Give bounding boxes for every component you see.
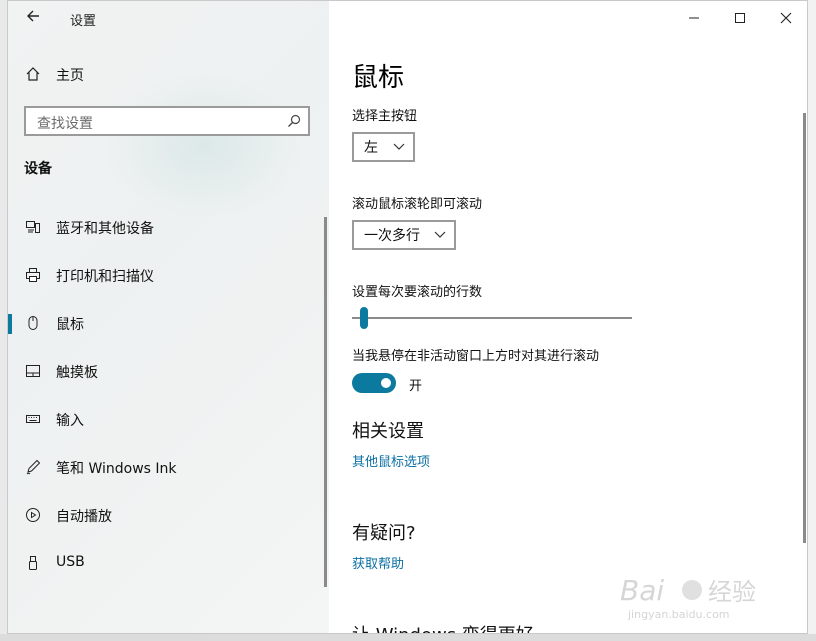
sidebar-item-label: 笔和 Windows Ink: [56, 461, 177, 477]
inactive-scroll-label: 当我悬停在非活动窗口上方时对其进行滚动: [352, 349, 600, 364]
sidebar-item-bluetooth[interactable]: 蓝牙和其他设备: [8, 210, 329, 244]
question-heading: 有疑问?: [352, 523, 416, 544]
chevron-down-icon: [393, 143, 405, 150]
additional-mouse-options-link[interactable]: 其他鼠标选项: [352, 451, 430, 470]
toggle-knob: [381, 378, 391, 388]
maximize-button[interactable]: [717, 1, 763, 35]
bluetooth-devices-icon: [24, 218, 42, 236]
usb-icon: [24, 554, 42, 572]
close-icon: [780, 12, 792, 24]
sidebar-acrylic-glow: [103, 71, 303, 221]
app-title: 设置: [70, 14, 97, 29]
chevron-down-icon: [434, 231, 446, 238]
pen-icon: [24, 458, 42, 476]
sidebar-item-autoplay[interactable]: 自动播放: [8, 498, 329, 532]
baidu-jingyan-watermark-logo: Bai 经验 jingyan.baidu.com: [620, 574, 756, 621]
close-button[interactable]: [763, 1, 807, 35]
sidebar-section-title: 设备: [24, 161, 52, 177]
related-settings-heading: 相关设置: [352, 421, 424, 442]
inactive-scroll-toggle[interactable]: [352, 373, 396, 393]
sidebar-item-touchpad[interactable]: 触摸板: [8, 354, 329, 388]
sidebar-item-label: 自动播放: [56, 509, 112, 525]
home-icon: [24, 65, 42, 83]
sidebar-item-printers[interactable]: 打印机和扫描仪: [8, 258, 329, 292]
sidebar-item-typing[interactable]: 输入: [8, 402, 329, 436]
sidebar-item-pen[interactable]: 笔和 Windows Ink: [8, 450, 329, 484]
taskbar-strip: [0, 634, 816, 641]
sidebar-item-usb[interactable]: USB: [8, 546, 329, 580]
sidebar-scrollbar[interactable]: [324, 217, 327, 587]
svg-text:jingyan.baidu.com: jingyan.baidu.com: [627, 608, 730, 621]
dropdown-value: 左: [364, 140, 378, 156]
minimize-icon: [689, 17, 699, 19]
scroll-lines-label: 设置每次要滚动的行数: [352, 285, 483, 300]
page-title: 鼠标: [352, 63, 405, 93]
search-input[interactable]: 查找设置: [24, 106, 310, 136]
search-placeholder: 查找设置: [37, 116, 93, 132]
back-button[interactable]: [22, 7, 44, 29]
sidebar-item-home[interactable]: 主页: [8, 58, 329, 90]
sidebar: 设置 主页 查找设置 设备 蓝牙和其他设备 打印机和扫描仪 鼠标 触摸板 输入 …: [8, 1, 329, 633]
feedback-heading: 让 Windows 变得更好: [352, 621, 534, 633]
mouse-icon: [24, 314, 42, 332]
printer-icon: [24, 266, 42, 284]
touchpad-icon: [24, 362, 42, 380]
scroll-wheel-label: 滚动鼠标滚轮即可滚动: [352, 197, 483, 212]
primary-button-label: 选择主按钮: [352, 109, 418, 124]
minimize-button[interactable]: [671, 1, 717, 35]
autoplay-icon: [24, 506, 42, 524]
search-icon: [288, 114, 301, 127]
sidebar-item-mouse[interactable]: 鼠标: [8, 306, 329, 340]
titlebar-left: 设置: [8, 1, 329, 35]
main-scrollbar[interactable]: [803, 113, 806, 543]
sidebar-item-label: USB: [56, 554, 85, 570]
toggle-state-label: 开: [409, 379, 423, 394]
main-content: 鼠标 选择主按钮 左 滚动鼠标滚轮即可滚动 一次多行 设置每次要滚动的行数 当我…: [329, 1, 807, 633]
get-help-link[interactable]: 获取帮助: [352, 553, 404, 572]
scroll-wheel-dropdown[interactable]: 一次多行: [352, 220, 456, 250]
sidebar-item-label: 触摸板: [56, 365, 98, 381]
svg-text:经验: 经验: [708, 578, 756, 606]
slider-thumb[interactable]: [360, 307, 369, 329]
maximize-icon: [735, 13, 745, 23]
sidebar-item-label: 打印机和扫描仪: [56, 269, 154, 285]
scroll-lines-slider[interactable]: [352, 317, 632, 319]
sidebar-item-label: 蓝牙和其他设备: [56, 221, 154, 237]
background-window-strip: [808, 0, 816, 641]
active-indicator: [8, 314, 12, 334]
svg-text:Bai: Bai: [620, 574, 664, 607]
sidebar-item-label: 输入: [56, 413, 84, 429]
primary-button-dropdown[interactable]: 左: [352, 132, 415, 162]
arrow-left-icon: [27, 10, 39, 22]
keyboard-icon: [24, 410, 42, 428]
settings-window: 设置 主页 查找设置 设备 蓝牙和其他设备 打印机和扫描仪 鼠标 触摸板 输入 …: [7, 0, 808, 634]
dropdown-value: 一次多行: [364, 228, 420, 244]
sidebar-item-label: 主页: [56, 68, 84, 84]
sidebar-item-label: 鼠标: [56, 317, 84, 333]
